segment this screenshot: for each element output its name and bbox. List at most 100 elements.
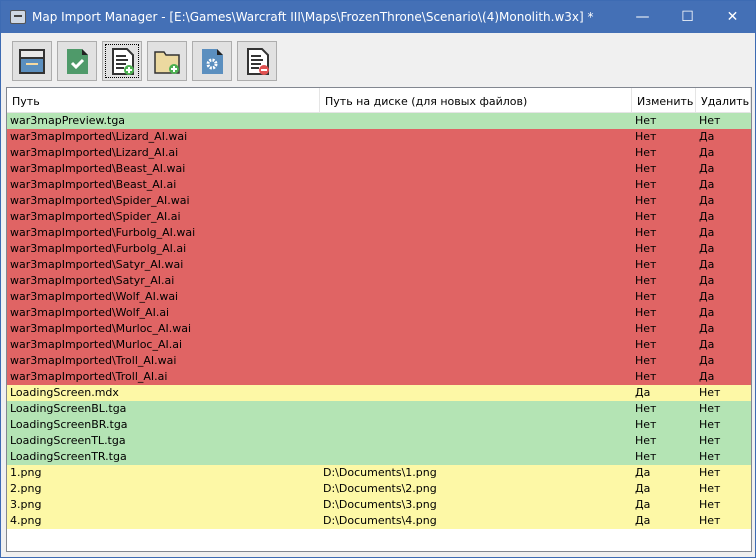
cell-delete: Нет <box>699 114 721 127</box>
cell-disk-path <box>320 321 632 337</box>
column-header-modify[interactable]: Изменить <box>632 88 696 112</box>
list-row[interactable]: LoadingScreenTR.tga Нет Нет <box>7 449 751 465</box>
toolbar <box>12 41 277 81</box>
cell-disk-path <box>320 305 632 321</box>
cell-disk-path: D:\Documents\3.png <box>323 498 437 511</box>
list-row[interactable]: war3mapImported\Murloc_AI.wai Нет Да <box>7 321 751 337</box>
cell-delete: Да <box>699 178 715 191</box>
add-folder-button[interactable] <box>147 41 187 81</box>
list-row[interactable]: war3mapImported\Furbolg_AI.wai Нет Да <box>7 225 751 241</box>
open-archive-button[interactable] <box>12 41 52 81</box>
minimize-button[interactable]: — <box>620 1 665 33</box>
cell-path: LoadingScreenBL.tga <box>10 402 127 415</box>
cell-path: LoadingScreen.mdx <box>10 386 119 399</box>
list-row[interactable]: war3mapImported\Troll_AI.wai Нет Да <box>7 353 751 369</box>
cell-modify: Нет <box>635 130 657 143</box>
list-row[interactable]: war3mapImported\Lizard_AI.wai Нет Да <box>7 129 751 145</box>
cell-delete: Нет <box>699 514 721 527</box>
save-button[interactable] <box>57 41 97 81</box>
cell-path: war3mapImported\Wolf_AI.wai <box>10 290 179 303</box>
cell-path: 1.png <box>10 466 42 479</box>
file-settings-button[interactable] <box>192 41 232 81</box>
list-row[interactable]: 4.png D:\Documents\4.png Да Нет <box>7 513 751 529</box>
cell-modify: Нет <box>635 370 657 383</box>
cell-path: LoadingScreenTR.tga <box>10 450 127 463</box>
list-row[interactable]: LoadingScreenBL.tga Нет Нет <box>7 401 751 417</box>
list-row[interactable]: 1.png D:\Documents\1.png Да Нет <box>7 465 751 481</box>
list-row[interactable]: LoadingScreen.mdx Да Нет <box>7 385 751 401</box>
list-row[interactable]: 2.png D:\Documents\2.png Да Нет <box>7 481 751 497</box>
maximize-button[interactable]: ☐ <box>665 1 710 33</box>
list-row[interactable]: war3mapImported\Furbolg_AI.ai Нет Да <box>7 241 751 257</box>
cell-delete: Нет <box>699 402 721 415</box>
cell-path: war3mapImported\Murloc_AI.wai <box>10 322 192 335</box>
cell-modify: Нет <box>635 418 657 431</box>
cell-delete: Нет <box>699 466 721 479</box>
list-row[interactable]: war3mapImported\Wolf_AI.ai Нет Да <box>7 305 751 321</box>
cell-modify: Нет <box>635 146 657 159</box>
column-header-disk-path[interactable]: Путь на диске (для новых файлов) <box>320 88 632 112</box>
cell-path: 2.png <box>10 482 42 495</box>
list-row[interactable]: 3.png D:\Documents\3.png Да Нет <box>7 497 751 513</box>
list-row[interactable]: war3mapImported\Spider_AI.ai Нет Да <box>7 209 751 225</box>
cell-disk-path <box>320 353 632 369</box>
cell-disk-path <box>320 385 632 401</box>
cell-delete: Да <box>699 194 715 207</box>
list-row[interactable]: war3mapImported\Spider_AI.wai Нет Да <box>7 193 751 209</box>
list-row[interactable]: war3mapImported\Murloc_AI.ai Нет Да <box>7 337 751 353</box>
add-file-icon <box>112 48 134 75</box>
cell-path: 4.png <box>10 514 42 527</box>
list-row[interactable]: LoadingScreenBR.tga Нет Нет <box>7 417 751 433</box>
cell-delete: Да <box>699 274 715 287</box>
list-row[interactable]: war3mapImported\Satyr_AI.ai Нет Да <box>7 273 751 289</box>
list-row[interactable]: war3mapImported\Lizard_AI.ai Нет Да <box>7 145 751 161</box>
cell-delete: Нет <box>699 418 721 431</box>
cell-disk-path: D:\Documents\2.png <box>323 482 437 495</box>
cell-modify: Нет <box>635 434 657 447</box>
cell-disk-path <box>320 241 632 257</box>
cell-delete: Нет <box>699 498 721 511</box>
list-row[interactable]: LoadingScreenTL.tga Нет Нет <box>7 433 751 449</box>
cell-path: war3mapImported\Furbolg_AI.ai <box>10 242 187 255</box>
cell-delete: Да <box>699 354 715 367</box>
cell-disk-path <box>320 273 632 289</box>
cell-modify: Нет <box>635 178 657 191</box>
list-body: war3mapPreview.tga Нет Нет war3mapImported\… <box>7 113 751 529</box>
cell-modify: Да <box>635 498 651 511</box>
list-row[interactable]: war3mapImported\Troll_AI.ai Нет Да <box>7 369 751 385</box>
cell-modify: Нет <box>635 274 657 287</box>
cell-path: war3mapImported\Spider_AI.ai <box>10 210 181 223</box>
column-header-path[interactable]: Путь <box>7 88 320 112</box>
file-settings-icon <box>202 49 223 74</box>
cell-modify: Нет <box>635 194 657 207</box>
remove-file-button[interactable] <box>237 41 277 81</box>
cell-disk-path <box>320 433 632 449</box>
cell-delete: Да <box>699 258 715 271</box>
cell-disk-path <box>320 449 632 465</box>
close-button[interactable]: ✕ <box>710 1 755 33</box>
cell-path: war3mapImported\Spider_AI.wai <box>10 194 190 207</box>
title-bar[interactable]: Map Import Manager - [E:\Games\Warcraft … <box>1 1 755 33</box>
list-row[interactable]: war3mapImported\Wolf_AI.wai Нет Да <box>7 289 751 305</box>
cell-path: 3.png <box>10 498 42 511</box>
cell-modify: Нет <box>635 354 657 367</box>
cell-path: war3mapImported\Wolf_AI.ai <box>10 306 170 319</box>
cell-path: war3mapImported\Satyr_AI.ai <box>10 274 175 287</box>
cell-modify: Да <box>635 482 651 495</box>
cell-disk-path <box>320 129 632 145</box>
cell-modify: Нет <box>635 290 657 303</box>
list-row[interactable]: war3mapImported\Beast_AI.wai Нет Да <box>7 161 751 177</box>
column-header-delete[interactable]: Удалить <box>696 88 751 112</box>
add-file-button[interactable] <box>102 41 142 81</box>
cell-path: war3mapImported\Troll_AI.ai <box>10 370 168 383</box>
file-list[interactable]: Путь Путь на диске (для новых файлов) Из… <box>6 87 752 552</box>
cell-delete: Нет <box>699 482 721 495</box>
cell-disk-path <box>320 417 632 433</box>
cell-disk-path <box>320 145 632 161</box>
cell-modify: Нет <box>635 258 657 271</box>
cell-path: war3mapPreview.tga <box>10 114 126 127</box>
list-row[interactable]: war3mapImported\Satyr_AI.wai Нет Да <box>7 257 751 273</box>
archive-icon <box>19 49 45 74</box>
list-row[interactable]: war3mapImported\Beast_AI.ai Нет Да <box>7 177 751 193</box>
list-row[interactable]: war3mapPreview.tga Нет Нет <box>7 113 751 129</box>
